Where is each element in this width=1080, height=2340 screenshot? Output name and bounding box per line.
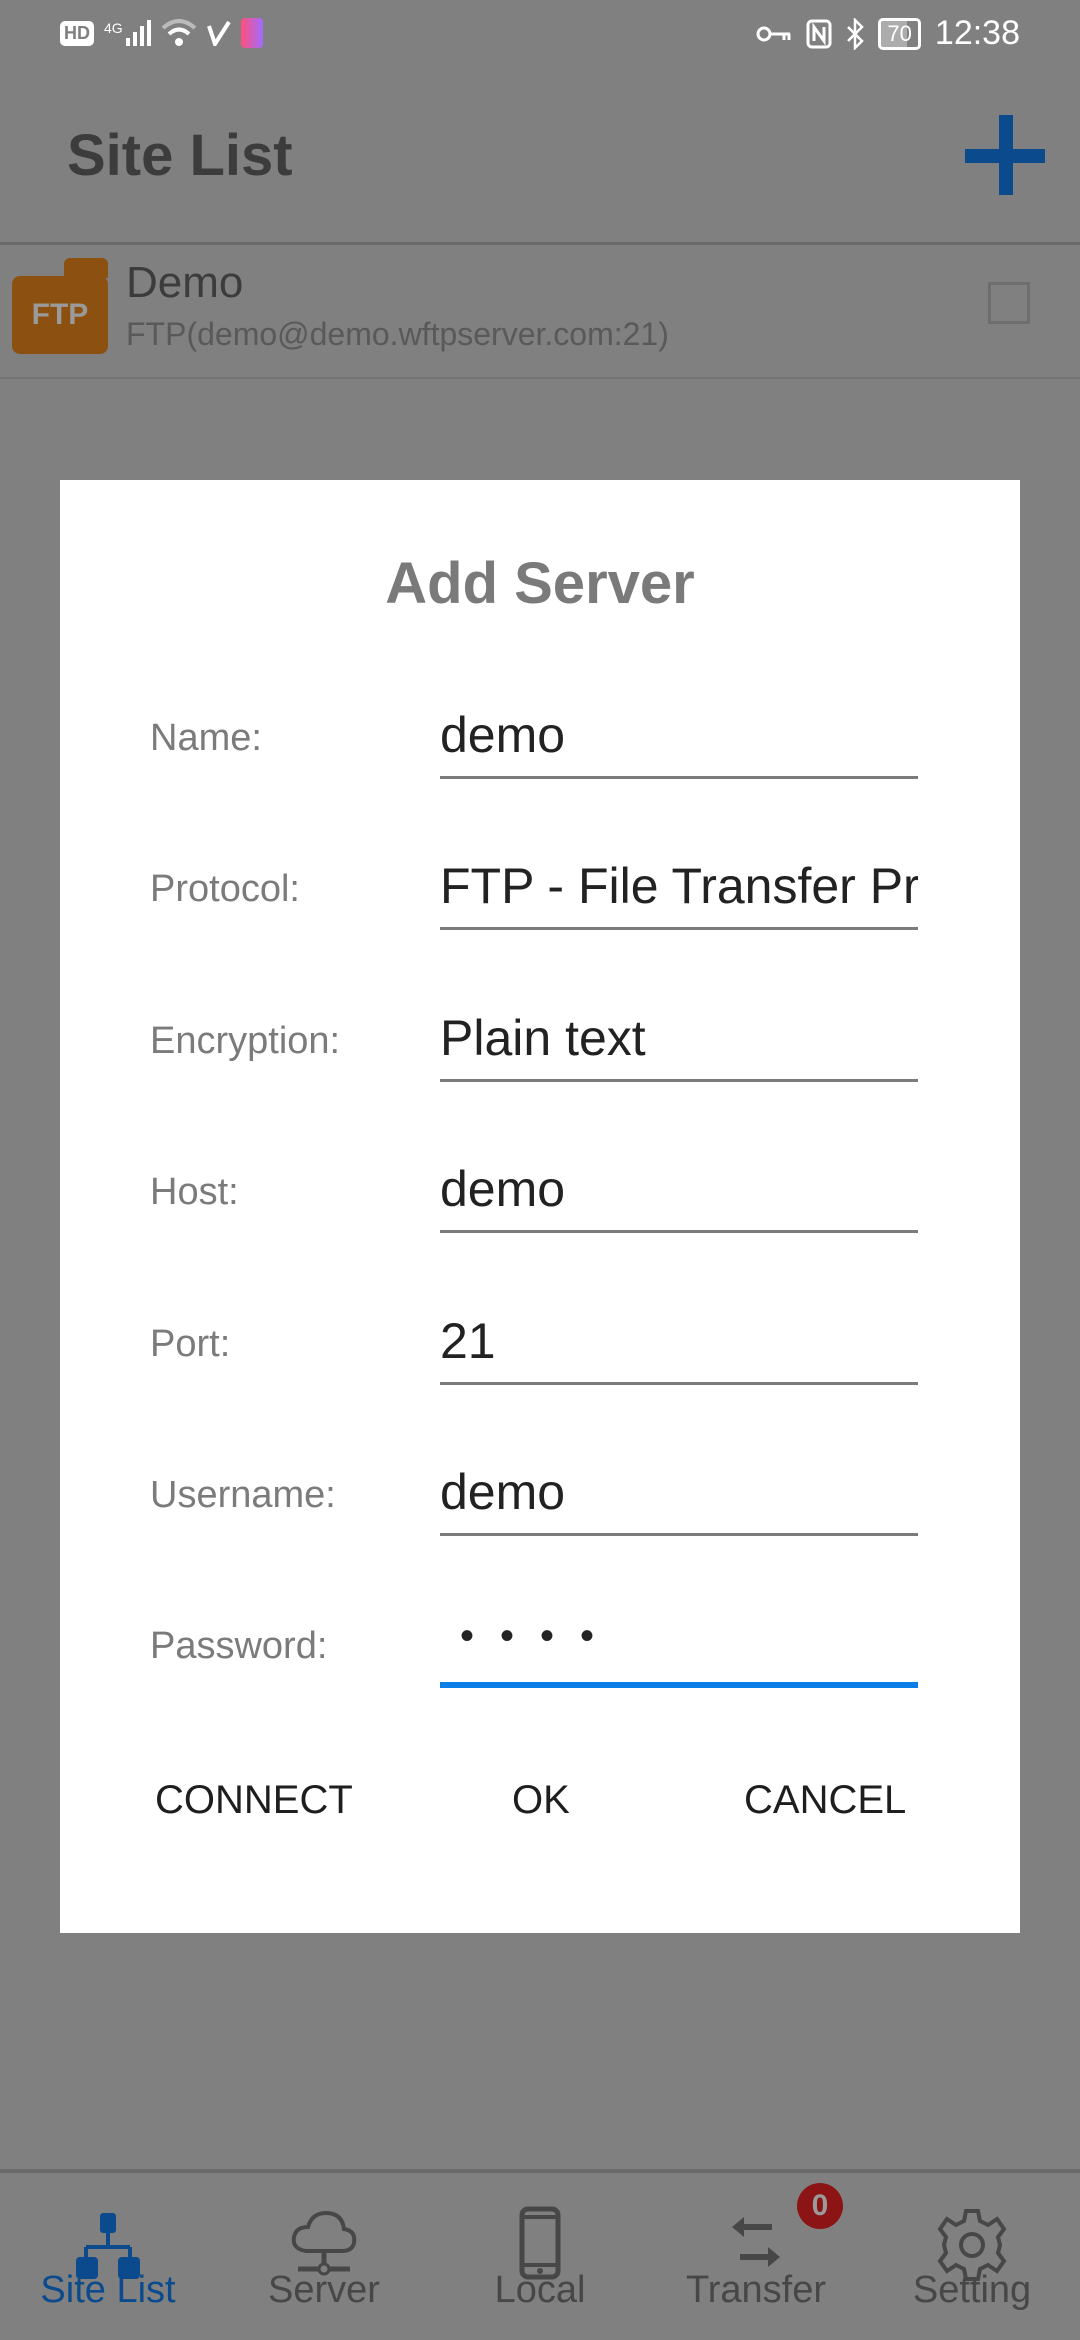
bluetooth-icon — [847, 17, 865, 50]
nav-local[interactable]: Local — [432, 2175, 648, 2340]
key-icon — [756, 26, 791, 41]
battery-level: 70 — [887, 20, 912, 46]
nav-server[interactable]: Server — [216, 2175, 432, 2340]
site-name: Demo — [126, 258, 244, 307]
encryption-select[interactable]: Plain text — [440, 1009, 918, 1067]
hd-icon: HD — [60, 20, 94, 46]
nfc-icon — [806, 19, 832, 48]
wifi-icon — [161, 19, 197, 46]
bottom-nav-divider — [0, 2169, 1080, 2173]
cancel-button[interactable]: CANCEL — [744, 1778, 906, 1823]
status-left: HD 4G — [60, 18, 263, 48]
port-input[interactable]: 21 — [440, 1312, 918, 1370]
protocol-select-underline — [440, 927, 918, 930]
password-input[interactable]: •••• — [460, 1614, 620, 1659]
clock: 12:38 — [934, 14, 1020, 52]
host-input-underline — [440, 1230, 918, 1233]
name-input[interactable]: demo — [440, 706, 918, 764]
nav-setting-label: Setting — [912, 2269, 1032, 2311]
list-divider — [0, 377, 1080, 379]
nav-local-label: Local — [494, 2269, 586, 2311]
vpn-check-icon — [206, 20, 231, 46]
username-label: Username: — [150, 1474, 336, 1516]
connect-button[interactable]: CONNECT — [155, 1778, 353, 1823]
name-input-underline — [440, 776, 918, 779]
add-server-dialog: Add Server Name: demo Protocol: FTP - Fi… — [60, 480, 1020, 1933]
4g-signal-icon: 4G — [104, 20, 151, 46]
encryption-select-underline — [440, 1079, 918, 1082]
nav-site-list-label: Site List — [40, 2269, 176, 2311]
nav-site-list[interactable]: Site List — [0, 2175, 216, 2340]
nav-setting[interactable]: Setting — [864, 2175, 1080, 2340]
ftp-folder-icon: FTP — [12, 258, 108, 354]
ftp-icon-label: FTP — [12, 276, 108, 354]
host-label: Host: — [150, 1171, 239, 1213]
port-input-underline — [440, 1382, 918, 1385]
password-label: Password: — [150, 1625, 328, 1667]
password-input-underline — [440, 1682, 918, 1688]
port-label: Port: — [150, 1323, 231, 1365]
page-title: Site List — [67, 123, 293, 188]
encryption-label: Encryption: — [150, 1020, 341, 1062]
site-select-checkbox[interactable] — [988, 282, 1030, 324]
ok-button[interactable]: OK — [512, 1778, 570, 1823]
site-connection-info: FTP(demo@demo.wftpserver.com:21) — [126, 316, 669, 352]
nav-transfer-label: Transfer — [685, 2269, 827, 2311]
protocol-select[interactable]: FTP - File Transfer Protocol — [440, 857, 918, 915]
username-input[interactable]: demo — [440, 1463, 918, 1521]
host-input[interactable]: demo — [440, 1160, 918, 1218]
app-notification-icon — [240, 18, 263, 48]
battery-icon: 70 — [878, 17, 921, 50]
nav-server-label: Server — [268, 2269, 380, 2311]
protocol-label: Protocol: — [150, 868, 300, 910]
name-label: Name: — [150, 717, 262, 759]
transfer-count-badge: 0 — [797, 2183, 843, 2229]
username-input-underline — [440, 1533, 918, 1536]
dialog-title: Add Server — [385, 551, 695, 616]
add-site-button[interactable] — [965, 115, 1045, 195]
network-type-label: 4G — [104, 20, 123, 36]
status-right: 70 12:38 — [756, 14, 1020, 53]
status-bar: HD 4G 70 12:38 — [0, 0, 1080, 80]
